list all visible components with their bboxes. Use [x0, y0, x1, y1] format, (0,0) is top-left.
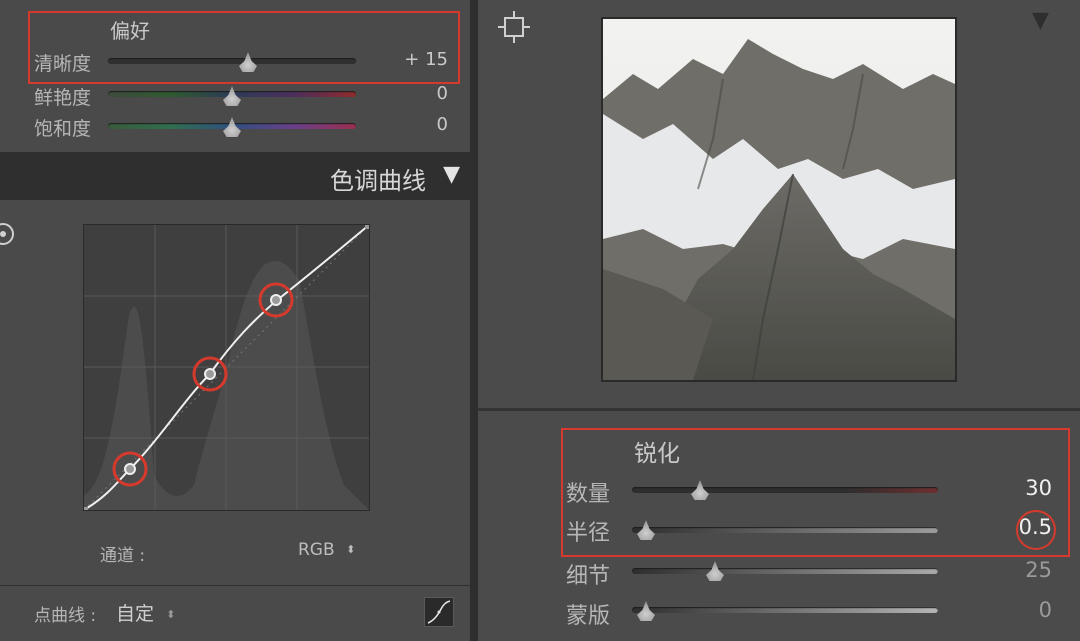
masking-track[interactable]: [632, 607, 938, 613]
curve-point-midtones: [204, 368, 216, 380]
tone-curve-graph[interactable]: [83, 224, 370, 511]
detail-preview-image: [601, 17, 957, 382]
crosshair-icon[interactable]: [496, 9, 532, 45]
right-panel-separator: [478, 408, 1080, 411]
triangle-down-icon[interactable]: ▼: [443, 162, 460, 187]
clarity-value[interactable]: + 15: [380, 49, 448, 70]
slider-label-saturation: 饱和度: [34, 118, 92, 140]
radius-value-highlight-circle: [1016, 510, 1056, 550]
sharpening-title: 锐化: [634, 441, 680, 467]
slider-label-radius: 半径: [566, 521, 611, 546]
curve-point-highlights: [270, 294, 282, 306]
radius-track[interactable]: [632, 527, 938, 533]
masking-value[interactable]: 0: [980, 598, 1052, 622]
curve-point-shadows: [124, 463, 136, 475]
detail-track[interactable]: [632, 568, 938, 574]
vibrance-value[interactable]: 0: [380, 83, 448, 104]
tone-curve-header[interactable]: 色调曲线 ▼: [0, 152, 470, 200]
slider-label-vibrance: 鲜艳度: [34, 87, 92, 109]
channel-value: RGB: [298, 540, 335, 560]
curve-toggle-icon[interactable]: [424, 597, 454, 627]
clarity-track[interactable]: [108, 58, 356, 64]
slider-label-clarity: 清晰度: [34, 53, 92, 75]
panel-divider: [0, 585, 470, 586]
panel-divider-vertical: [470, 0, 478, 641]
amount-value[interactable]: 30: [980, 476, 1052, 500]
curve-endpoint-high: [365, 225, 369, 229]
up-down-arrows-icon: ⬍: [166, 608, 176, 621]
slider-label-detail: 细节: [566, 564, 611, 589]
detail-value[interactable]: 25: [980, 558, 1052, 582]
channel-label: 通道 :: [100, 546, 146, 566]
point-curve-value: 自定: [116, 603, 155, 625]
point-curve-label: 点曲线 :: [34, 606, 97, 626]
clarity-highlight-box: [28, 11, 460, 84]
up-down-arrows-icon: ⬍: [346, 543, 356, 556]
saturation-value[interactable]: 0: [380, 114, 448, 135]
slider-label-amount: 数量: [566, 482, 611, 507]
curve-endpoint-low: [84, 507, 88, 510]
point-curve-select[interactable]: 自定 ⬍: [116, 599, 175, 626]
target-adjust-icon[interactable]: [0, 223, 14, 245]
slider-label-masking: 蒙版: [566, 604, 611, 629]
tone-curve-title: 色调曲线: [330, 167, 426, 195]
channel-select[interactable]: RGB ⬍: [298, 540, 355, 560]
presence-title: 偏好: [110, 19, 150, 43]
amount-track[interactable]: [632, 487, 938, 493]
left-panel: 偏好 清晰度 + 15 鲜艳度 0 饱和度 0 色调曲线 ▼ 通道: RGB …: [0, 0, 470, 641]
triangle-down-icon[interactable]: ▼: [1032, 8, 1049, 33]
